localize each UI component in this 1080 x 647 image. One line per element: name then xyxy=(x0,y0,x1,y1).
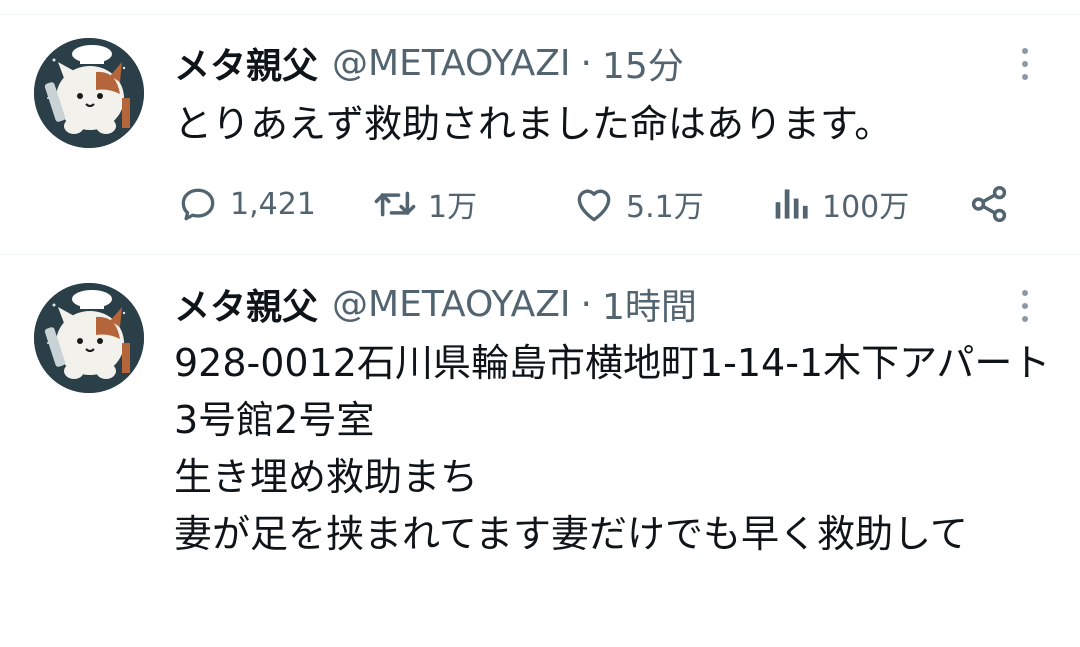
tweet[interactable]: メタ親父 @METAOYAZI · 1時間 928-0012石川県輪島市横地町1… xyxy=(0,255,1080,647)
reply-count: 1,421 xyxy=(230,186,316,222)
like-icon xyxy=(577,189,611,222)
more-icon[interactable] xyxy=(1012,44,1038,84)
display-name[interactable]: メタ親父 xyxy=(174,37,318,89)
reply-button[interactable]: 1,421 xyxy=(176,174,316,234)
retweet-count: 1万 xyxy=(428,190,478,225)
tweet-text: 928-0012石川県輪島市横地町1-14-1木下アパート3号館2号室 生き埋め… xyxy=(174,341,1051,556)
user-handle[interactable]: @METAOYAZI xyxy=(332,43,570,84)
like-count: 5.1万 xyxy=(626,190,704,225)
timestamp[interactable]: 15分 xyxy=(602,37,684,89)
tweet-text: とりあえず救助されました命はあります。 xyxy=(174,102,893,146)
display-name[interactable]: メタ親父 xyxy=(174,278,318,330)
retweet-icon xyxy=(374,191,416,217)
view-count: 100万 xyxy=(822,190,910,225)
user-handle[interactable]: @METAOYAZI xyxy=(332,284,570,325)
tweet[interactable]: メタ親父 @METAOYAZI · 15分 とりあえず救助されました命はあります… xyxy=(0,0,1080,253)
avatar-cat-image xyxy=(34,38,144,148)
like-button[interactable]: 5.1万 xyxy=(572,174,704,234)
tweet-header: メタ親父 @METAOYAZI · 1時間 xyxy=(174,278,697,330)
share-button[interactable] xyxy=(968,174,1010,234)
header-separator: · xyxy=(580,42,592,84)
retweet-button[interactable]: 1万 xyxy=(372,174,477,234)
reply-icon xyxy=(181,188,215,221)
tweet-actions: 1,421 1万 5.1万 100万 xyxy=(174,174,1024,234)
more-icon[interactable] xyxy=(1012,286,1038,326)
header-separator: · xyxy=(580,283,592,325)
share-icon xyxy=(971,185,1007,223)
timestamp[interactable]: 1時間 xyxy=(602,278,697,330)
avatar-cat-image xyxy=(34,283,144,393)
views-button[interactable]: 100万 xyxy=(772,174,909,234)
avatar[interactable] xyxy=(34,283,144,393)
views-icon xyxy=(775,189,808,219)
avatar[interactable] xyxy=(34,38,144,148)
tweet-header: メタ親父 @METAOYAZI · 15分 xyxy=(174,37,684,89)
